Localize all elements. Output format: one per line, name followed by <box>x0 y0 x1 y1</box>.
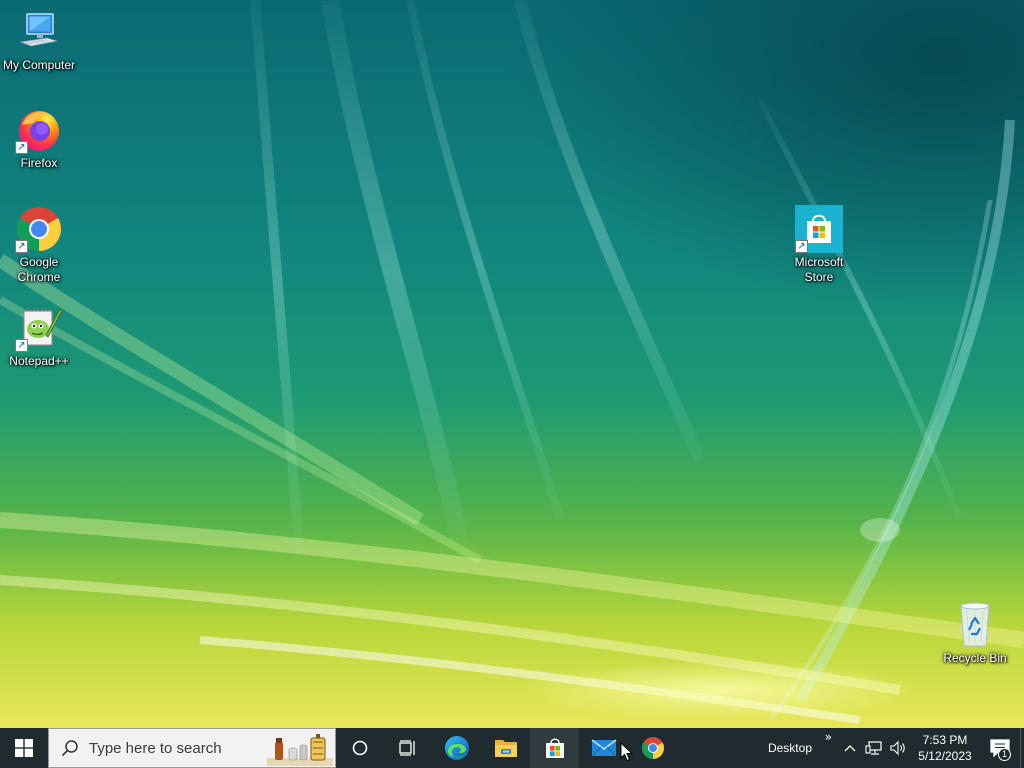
taskbar-app-edge[interactable] <box>432 728 481 768</box>
chrome-icon <box>641 737 664 759</box>
mail-icon <box>591 739 616 757</box>
action-center-button[interactable]: 1 <box>980 728 1020 768</box>
taskbar-app-google-chrome[interactable] <box>628 728 677 768</box>
desktop-icon-label: Firefox <box>20 156 58 170</box>
clock-time: 7:53 PM <box>922 733 968 747</box>
store-icon <box>545 738 564 758</box>
desktop-icon-notepadpp[interactable]: ↗ Notepad++ <box>0 304 78 369</box>
windows-logo-icon <box>15 739 33 757</box>
show-hidden-icons-button[interactable] <box>838 728 862 768</box>
toolbar-expand-icon: » <box>824 730 832 744</box>
shortcut-arrow-icon: ↗ <box>795 240 808 253</box>
desktop-icon-label: Google Chrome <box>17 255 61 284</box>
chrome-icon: ↗ <box>15 205 63 253</box>
volume-icon <box>890 740 905 756</box>
desktop-icon-my-computer[interactable]: My Computer <box>0 8 78 73</box>
file-explorer-icon <box>494 740 517 757</box>
taskbar: Type here to search Desktop » 7:53 PM 5/… <box>0 728 1024 768</box>
desktop-toolbar[interactable]: Desktop » <box>764 728 838 768</box>
volume-button[interactable] <box>886 728 910 768</box>
clock-date: 5/12/2023 <box>918 749 972 763</box>
shortcut-arrow-icon: ↗ <box>15 339 28 352</box>
desktop-icon-firefox[interactable]: ↗ Firefox <box>0 106 78 171</box>
desktop-toolbar-label: Desktop <box>767 741 812 755</box>
taskbar-search-box[interactable]: Type here to search <box>48 728 336 768</box>
show-desktop-button[interactable] <box>1020 728 1024 768</box>
search-highlight-illustration <box>267 732 333 766</box>
notepadpp-icon: ↗ <box>15 304 63 352</box>
desktop-icon-microsoft-store[interactable]: ↗ Microsoft Store <box>780 205 858 285</box>
notification-count-badge: 1 <box>998 748 1011 761</box>
desktop-icon-label: My Computer <box>2 58 76 72</box>
task-view-button[interactable] <box>384 728 432 768</box>
taskbar-app-mail[interactable] <box>579 728 628 768</box>
desktop-wallpaper <box>0 0 1024 728</box>
desktop-icon-recycle-bin[interactable]: Recycle Bin <box>936 601 1014 666</box>
network-icon <box>865 741 882 755</box>
firefox-icon: ↗ <box>15 106 63 154</box>
search-icon <box>61 739 79 757</box>
desktop-icon-label: Microsoft Store <box>794 255 844 284</box>
search-placeholder: Type here to search <box>89 739 222 757</box>
taskbar-app-microsoft-store[interactable] <box>530 728 579 768</box>
start-button[interactable] <box>0 728 48 768</box>
desktop-icon-google-chrome[interactable]: ↗ Google Chrome <box>0 205 78 285</box>
network-button[interactable] <box>862 728 886 768</box>
edge-icon <box>444 736 469 760</box>
wallpaper-light-streaks <box>0 0 1024 724</box>
computer-icon <box>15 8 63 56</box>
store-icon: ↗ <box>795 205 843 253</box>
system-tray: Desktop » 7:53 PM 5/12/2023 1 <box>764 728 1024 768</box>
task-view-icon <box>399 740 415 756</box>
chevron-up-icon <box>844 745 856 752</box>
taskbar-app-file-explorer[interactable] <box>481 728 530 768</box>
cortana-circle-icon <box>352 740 368 756</box>
desktop-icon-label: Notepad++ <box>9 354 69 368</box>
desktop-icon-label: Recycle Bin <box>943 651 1007 665</box>
taskbar-clock[interactable]: 7:53 PM 5/12/2023 <box>910 728 980 768</box>
shortcut-arrow-icon: ↗ <box>15 141 28 154</box>
shortcut-arrow-icon: ↗ <box>15 240 28 253</box>
recycle-bin-icon <box>951 601 999 649</box>
cortana-button[interactable] <box>336 728 384 768</box>
